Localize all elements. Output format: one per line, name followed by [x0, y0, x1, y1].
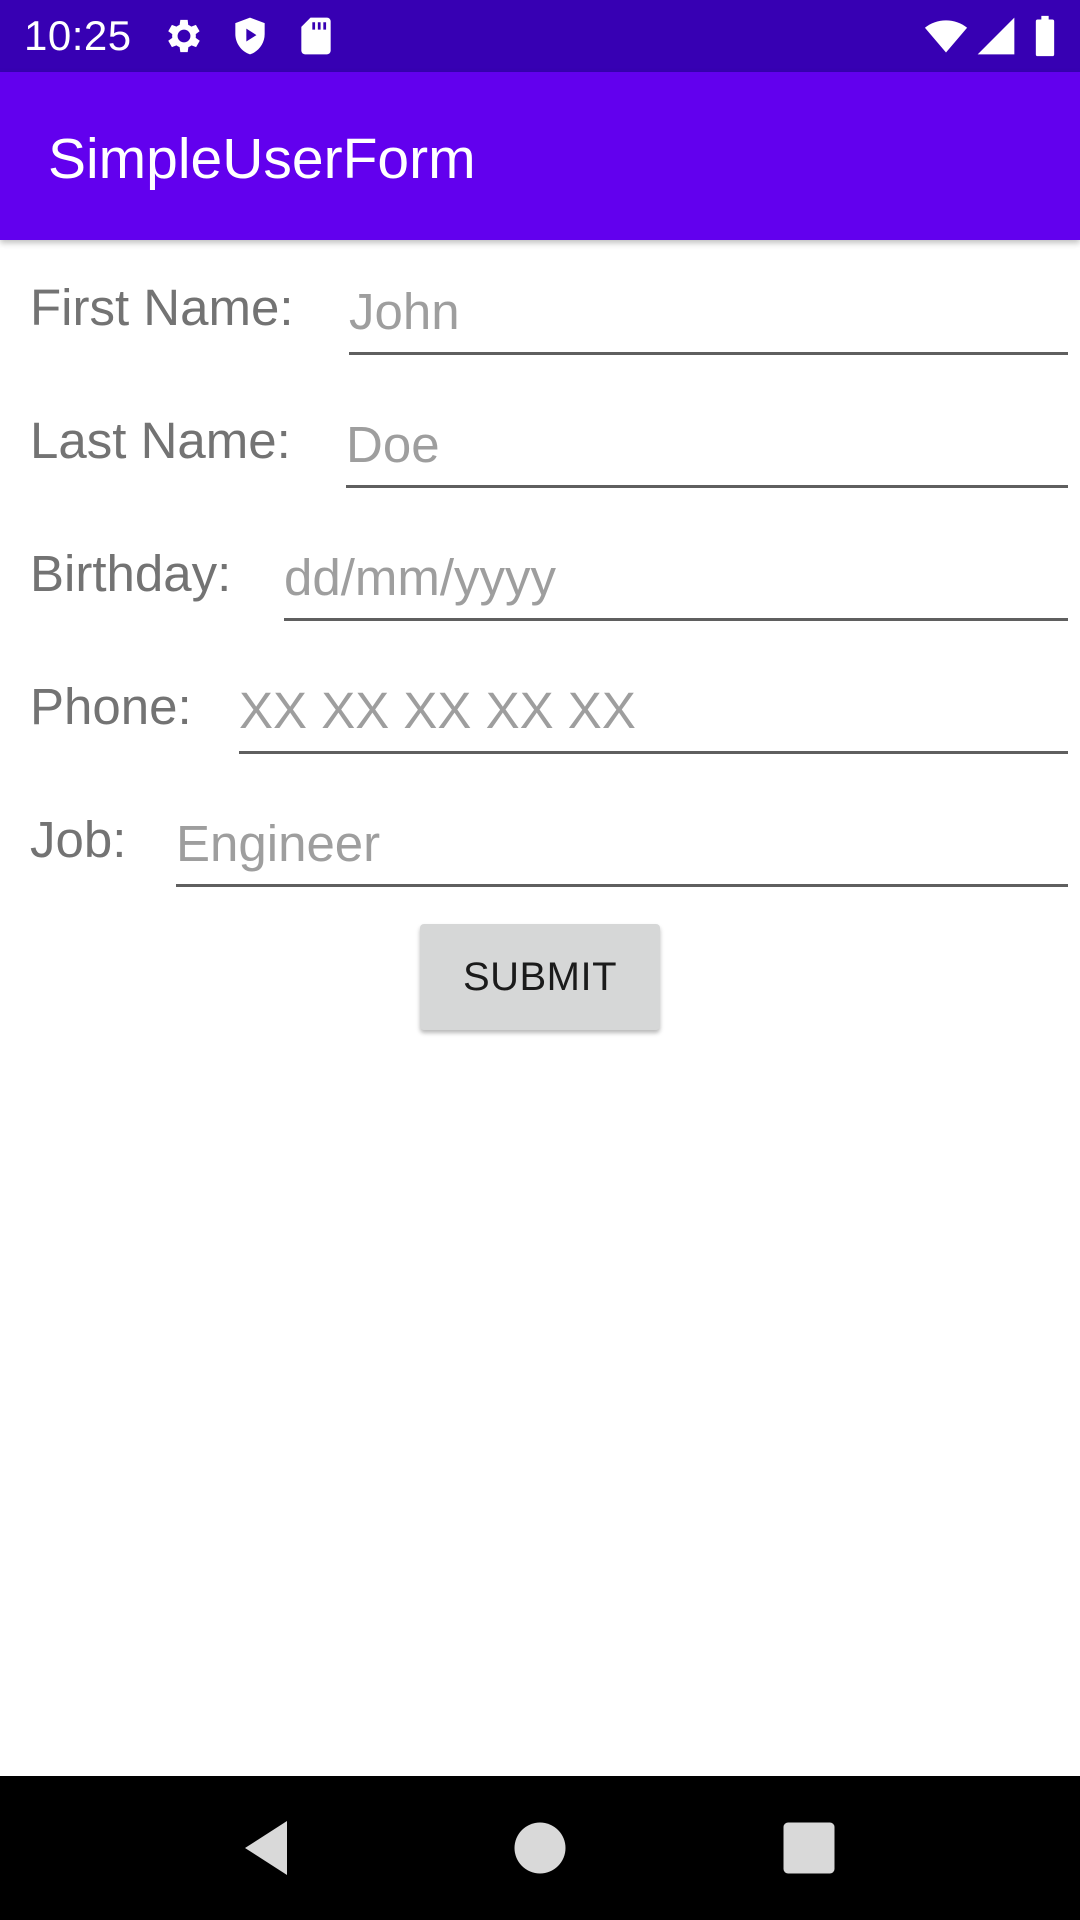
gear-icon [162, 14, 206, 58]
sd-card-icon [294, 14, 338, 58]
job-label: Job: [30, 811, 127, 868]
phone-row: Phone: [0, 669, 1080, 779]
status-time: 10:25 [24, 12, 132, 59]
birthday-label: Birthday: [30, 545, 232, 602]
app-title: SimpleUserForm [48, 127, 476, 191]
shield-play-icon [228, 14, 272, 58]
first-name-row: First Name: [0, 270, 1080, 380]
back-icon[interactable] [230, 1812, 302, 1884]
job-input[interactable] [176, 802, 1068, 887]
last-name-row: Last Name: [0, 403, 1080, 513]
first-name-input[interactable] [349, 270, 1068, 355]
home-icon[interactable] [504, 1812, 576, 1884]
first-name-label: First Name: [30, 279, 294, 336]
birthday-input[interactable] [284, 536, 1068, 621]
submit-button[interactable]: SUBMIT [420, 924, 660, 1030]
status-bar: 10:25 [0, 0, 1080, 72]
wifi-icon [922, 14, 970, 58]
last-name-label: Last Name: [30, 412, 291, 469]
birthday-row: Birthday: [0, 536, 1080, 646]
battery-icon [1030, 14, 1060, 58]
navigation-bar [0, 1776, 1080, 1920]
cell-signal-icon [974, 14, 1018, 58]
phone-label: Phone: [30, 678, 192, 735]
last-name-input[interactable] [346, 403, 1068, 488]
phone-input[interactable] [239, 669, 1068, 754]
recents-icon[interactable] [773, 1812, 845, 1884]
job-row: Job: [0, 802, 1080, 912]
app-bar: SimpleUserForm [0, 72, 1080, 240]
